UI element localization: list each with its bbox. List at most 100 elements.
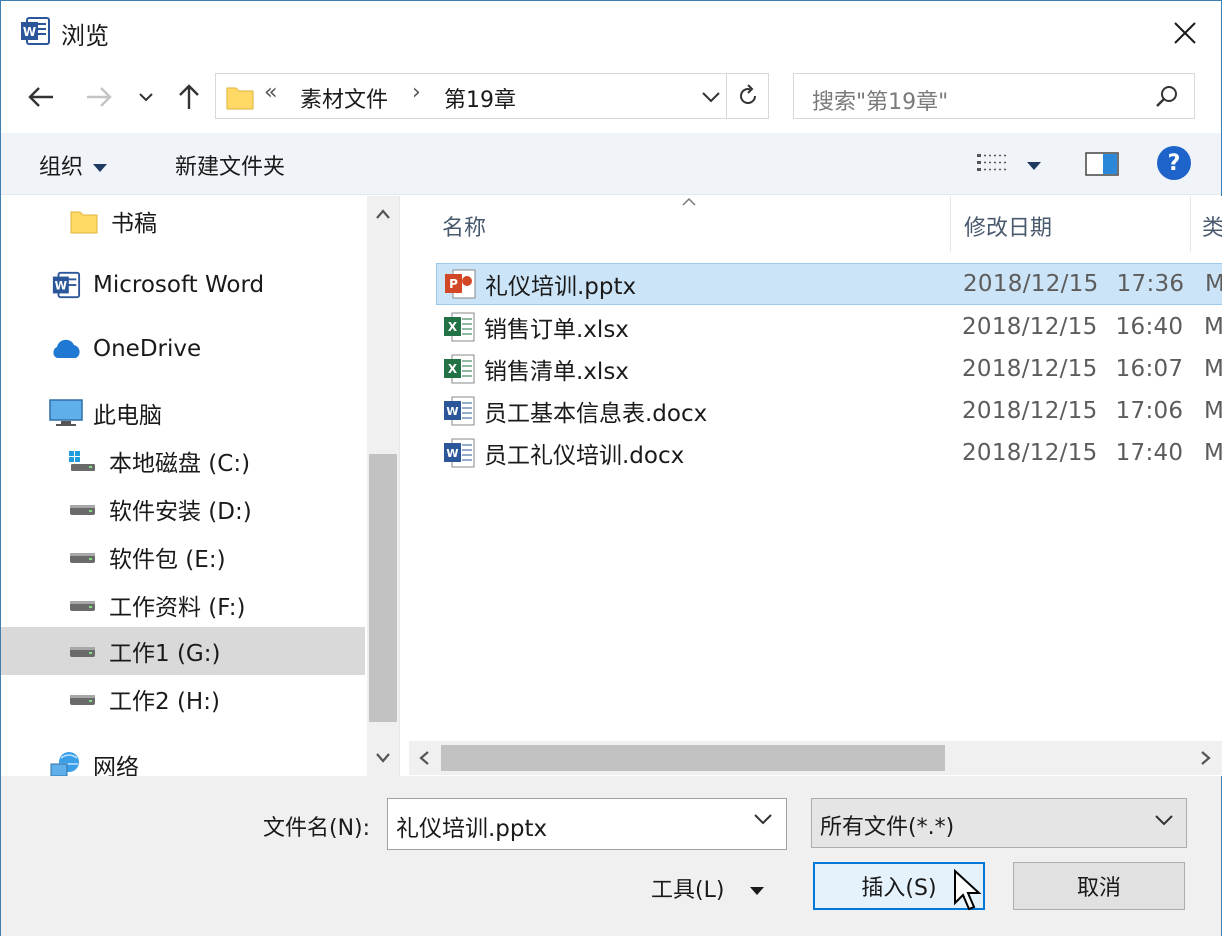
svg-text:W: W xyxy=(446,405,458,418)
svg-text:X: X xyxy=(448,362,458,376)
search-box[interactable]: 搜索"第19章" xyxy=(793,73,1195,119)
organize-button[interactable]: 组织 xyxy=(39,149,108,181)
chevron-down-icon xyxy=(139,93,153,102)
recent-locations-button[interactable] xyxy=(131,77,161,117)
excel-file-icon: X xyxy=(444,312,475,342)
organize-label: 组织 xyxy=(39,155,84,180)
sidebar-item-label: 本地磁盘 (C:) xyxy=(109,451,251,477)
scroll-right-button[interactable] xyxy=(1195,747,1217,769)
svg-text:W: W xyxy=(23,25,36,39)
tools-menu-button[interactable]: 工具(L) xyxy=(651,872,765,904)
sidebar-item-microsoft-word[interactable]: W Microsoft Word xyxy=(49,262,264,308)
computer-icon xyxy=(49,398,83,428)
address-history-button[interactable] xyxy=(696,82,726,112)
file-row[interactable]: W 员工礼仪培训.docx 2018/12/15 17:40 M xyxy=(436,432,1222,474)
chevron-up-icon xyxy=(376,209,390,219)
chevron-down-icon xyxy=(1155,815,1173,826)
file-type: M xyxy=(1205,271,1222,297)
file-list: 名称 修改日期 类 P 礼仪培训.pptx 2018/12/15 17:36 M … xyxy=(399,196,1222,776)
breadcrumb-item-1[interactable]: 素材文件 xyxy=(300,82,388,114)
tools-label: 工具(L) xyxy=(651,878,725,903)
sidebar-item-this-pc[interactable]: 此电脑 xyxy=(49,390,162,436)
breadcrumb-item-2[interactable]: 第19章 xyxy=(444,82,516,114)
preview-pane-button[interactable] xyxy=(1085,151,1119,181)
filetype-value: 所有文件(*.*) xyxy=(820,815,955,840)
sidebar-item-drive-c[interactable]: 本地磁盘 (C:) xyxy=(65,438,250,484)
file-modified: 2018/12/15 17:06 xyxy=(962,398,1183,424)
column-header-type[interactable]: 类 xyxy=(1202,210,1222,242)
sidebar-item-drive-e[interactable]: 软件包 (E:) xyxy=(65,534,226,580)
window-title: 浏览 xyxy=(61,22,109,50)
sidebar-item-label: OneDrive xyxy=(93,336,202,362)
scroll-down-button[interactable] xyxy=(373,748,393,768)
view-options-dropdown[interactable] xyxy=(1027,155,1041,174)
column-header-name[interactable]: 名称 xyxy=(442,210,486,242)
address-bar[interactable]: « 素材文件 › 第19章 xyxy=(215,73,769,119)
chevron-down-icon[interactable] xyxy=(753,812,773,826)
scroll-up-button[interactable] xyxy=(373,204,393,224)
help-button[interactable]: ? xyxy=(1157,146,1191,180)
filename-input[interactable]: 礼仪培训.pptx xyxy=(387,798,787,850)
drive-icon xyxy=(65,494,99,524)
new-folder-button[interactable]: 新建文件夹 xyxy=(175,149,285,181)
refresh-button[interactable] xyxy=(726,74,768,118)
title-bar: W 浏览 xyxy=(1,1,1221,65)
column-divider[interactable] xyxy=(950,196,951,252)
sidebar-item-label: 软件包 (E:) xyxy=(109,547,226,573)
drive-icon xyxy=(65,684,99,714)
change-view-button[interactable] xyxy=(975,151,1011,181)
back-button[interactable] xyxy=(23,77,59,117)
sidebar-item-label: 此电脑 xyxy=(93,403,162,429)
file-row[interactable]: P 礼仪培训.pptx 2018/12/15 17:36 M xyxy=(436,263,1222,305)
file-time: 17:36 xyxy=(1116,271,1185,297)
sidebar-item-manuscripts[interactable]: 书稿 xyxy=(67,198,157,244)
caret-down-icon xyxy=(750,887,765,895)
sidebar-item-label: 软件安装 (D:) xyxy=(109,499,252,525)
chevron-right-icon xyxy=(1201,751,1211,765)
sidebar-item-drive-f[interactable]: 工作资料 (F:) xyxy=(65,582,245,628)
navigation-scrollbar[interactable] xyxy=(367,196,399,776)
network-icon xyxy=(49,750,83,776)
scroll-left-button[interactable] xyxy=(413,747,435,769)
cancel-button[interactable]: 取消 xyxy=(1013,862,1185,910)
up-button[interactable] xyxy=(171,77,207,117)
file-date: 2018/12/15 xyxy=(962,314,1098,340)
file-modified: 2018/12/15 17:36 xyxy=(963,271,1184,297)
caret-down-icon xyxy=(93,164,108,172)
scroll-thumb[interactable] xyxy=(441,745,945,771)
sidebar-item-network[interactable]: 网络 xyxy=(49,742,139,776)
windows-drive-icon xyxy=(65,446,99,476)
drive-icon xyxy=(65,590,99,620)
file-row[interactable]: X 销售订单.xlsx 2018/12/15 16:40 M xyxy=(436,306,1222,348)
breadcrumb-separator[interactable]: › xyxy=(412,80,421,105)
file-row[interactable]: X 销售清单.xlsx 2018/12/15 16:07 M xyxy=(436,348,1222,390)
word-icon: W xyxy=(21,17,50,45)
sidebar-item-drive-h[interactable]: 工作2 (H:) xyxy=(65,676,220,722)
svg-text:P: P xyxy=(449,277,458,291)
scroll-thumb[interactable] xyxy=(369,454,397,722)
file-name: 销售清单.xlsx xyxy=(484,359,629,385)
file-dialog: W 浏览 « 素材文件 › 第19章 搜索"第19章" 组织 新建文件夹 ? 书… xyxy=(0,0,1222,936)
cloud-icon xyxy=(49,334,83,364)
sidebar-item-drive-d[interactable]: 软件安装 (D:) xyxy=(65,486,252,532)
file-row[interactable]: W 员工基本信息表.docx 2018/12/15 17:06 M xyxy=(436,390,1222,432)
chevron-left-icon xyxy=(419,751,429,765)
word-icon: W xyxy=(49,270,83,300)
preview-pane-icon xyxy=(1085,152,1119,176)
file-modified: 2018/12/15 16:40 xyxy=(962,314,1183,340)
file-type: M xyxy=(1204,314,1222,340)
sidebar-item-onedrive[interactable]: OneDrive xyxy=(49,326,201,372)
column-header-modified[interactable]: 修改日期 xyxy=(964,210,1052,242)
excel-file-icon: X xyxy=(444,354,475,384)
file-name: 销售订单.xlsx xyxy=(484,317,629,343)
forward-button[interactable] xyxy=(81,77,117,117)
sidebar-item-drive-g[interactable]: 工作1 (G:) xyxy=(65,628,220,674)
horizontal-scrollbar[interactable] xyxy=(409,741,1222,775)
svg-text:X: X xyxy=(448,320,458,334)
close-button[interactable] xyxy=(1165,13,1205,53)
breadcrumb-overflow[interactable]: « xyxy=(264,80,277,105)
column-divider[interactable] xyxy=(1190,196,1191,252)
filetype-select[interactable]: 所有文件(*.*) xyxy=(811,798,1187,848)
file-date: 2018/12/15 xyxy=(962,440,1098,466)
drive-icon xyxy=(65,542,99,572)
